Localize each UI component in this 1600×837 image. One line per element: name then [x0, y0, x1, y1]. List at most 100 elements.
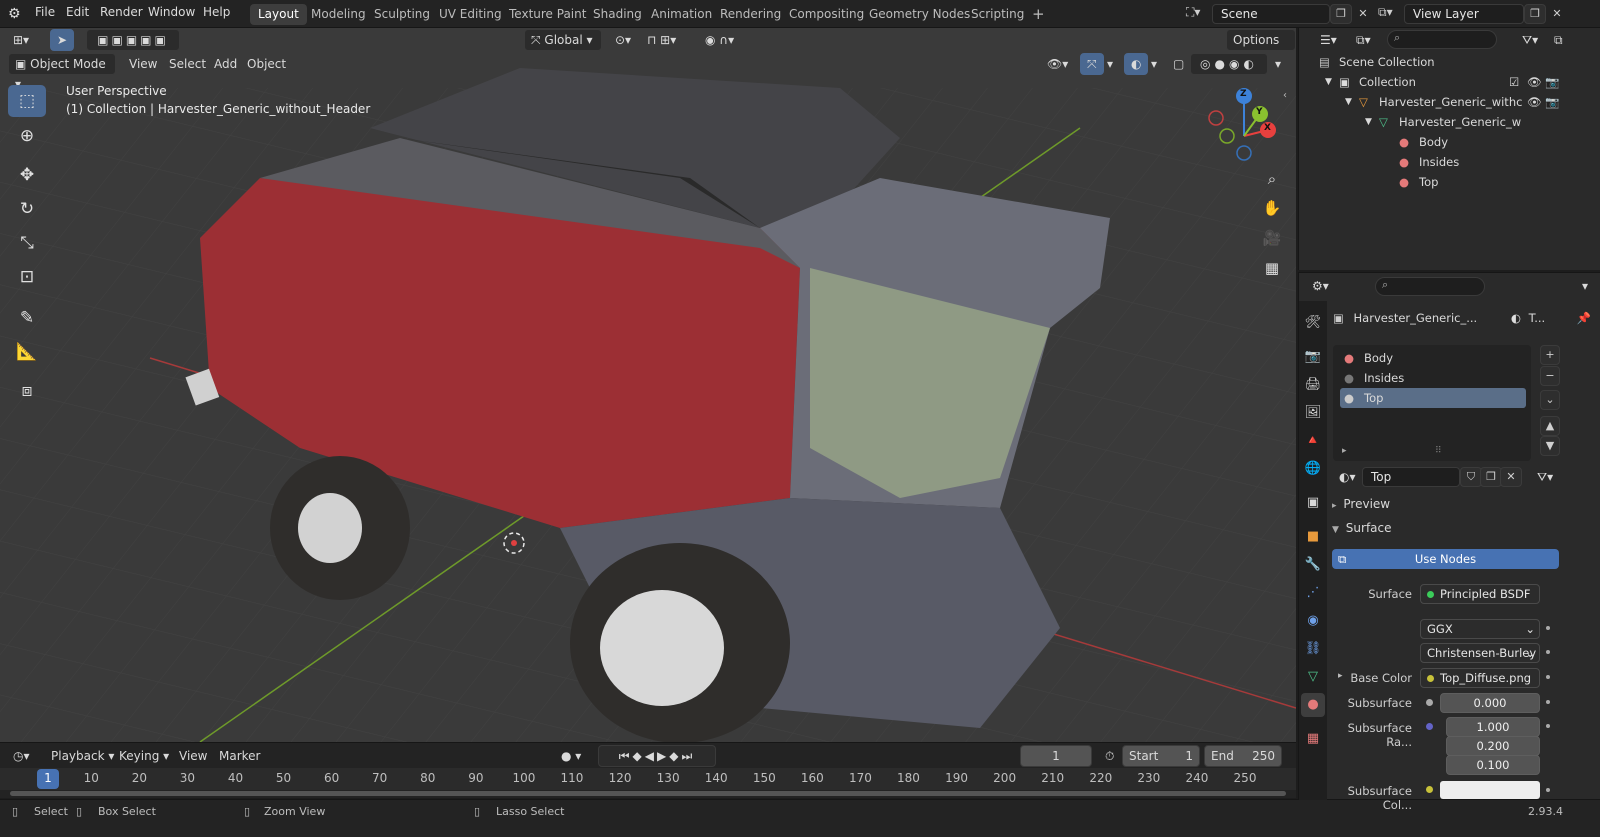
zoom-icon[interactable]: ⌕ — [1259, 166, 1285, 192]
modifier-tab-icon[interactable]: 🔧 — [1301, 553, 1325, 577]
proportional-editing-icon[interactable]: ◉ ∩▾ — [698, 29, 741, 51]
tab-animation[interactable]: Animation — [643, 4, 720, 25]
tab-rendering[interactable]: Rendering — [712, 4, 789, 25]
menu-select[interactable]: Select — [162, 53, 213, 75]
editor-type-button[interactable]: ⊞▾ — [6, 29, 40, 51]
slot-list-expand-icon[interactable]: ▸ — [1342, 446, 1347, 456]
filter-icon[interactable]: ⛛▾ — [1515, 29, 1545, 51]
snap-icon[interactable]: ⊓ ⊞▾ — [640, 29, 683, 51]
tool-tab-icon[interactable]: 🛠 — [1301, 311, 1325, 335]
end-frame-field[interactable]: End 250 — [1204, 745, 1282, 767]
shading-modes[interactable]: ◎●◉◐ — [1190, 53, 1268, 75]
remove-slot-button[interactable]: − — [1540, 366, 1560, 386]
subsurface-color-swatch[interactable] — [1440, 781, 1540, 799]
material-slot-top[interactable]: ● Top — [1340, 388, 1526, 408]
tweak-tool-icon[interactable]: ⬚ — [8, 85, 46, 117]
pivot-point-icon[interactable]: ⊙▾ — [608, 29, 638, 51]
outliner-search-input[interactable]: ⌕ — [1387, 30, 1497, 49]
material-name-field[interactable]: Top — [1362, 467, 1460, 487]
outliner-row-material-body[interactable]: ● Body — [1299, 132, 1600, 152]
link-dropdown-icon[interactable]: ⛛▾ — [1530, 466, 1560, 488]
menu-file[interactable]: File — [35, 5, 55, 19]
unlink-material-icon[interactable]: ✕ — [1500, 467, 1522, 487]
physics-tab-icon[interactable]: ◉ — [1301, 609, 1325, 633]
start-frame-field[interactable]: Start 1 — [1122, 745, 1200, 767]
add-workspace-button[interactable]: + — [1024, 4, 1053, 25]
object-tab-icon[interactable]: ■ — [1301, 525, 1325, 549]
add-slot-button[interactable]: + — [1540, 345, 1560, 365]
properties-search-input[interactable]: ⌕ — [1375, 277, 1485, 296]
subsurface-value-field[interactable]: 0.000 — [1440, 693, 1540, 713]
navigation-gizmo[interactable]: Z X Y — [1206, 86, 1286, 166]
menu-view[interactable]: View — [122, 53, 164, 75]
surface-panel-header[interactable]: ▼ Surface — [1332, 521, 1594, 541]
blender-logo-icon[interactable]: ⚙ — [8, 5, 26, 23]
expand-arrow-icon[interactable]: ▼ — [1325, 72, 1332, 92]
tab-compositing[interactable]: Compositing — [781, 4, 872, 25]
tab-uv-editing[interactable]: UV Editing — [431, 4, 510, 25]
tab-layout[interactable]: Layout — [250, 4, 307, 25]
outliner-row-mesh[interactable]: ▼ ▽ Harvester_Generic_w — [1299, 112, 1600, 132]
overlays-dropdown-icon[interactable]: ▾ — [1144, 53, 1164, 75]
outliner-row-material-top[interactable]: ● Top — [1299, 172, 1600, 192]
selection-mode-icons[interactable]: ▣▣▣▣▣ — [86, 29, 180, 51]
playback-controls[interactable]: ⏮◆◀▶◆⏭ — [598, 745, 716, 767]
view-layer-field[interactable]: View Layer — [1404, 4, 1524, 24]
gizmo-dropdown-icon[interactable]: ▾ — [1100, 53, 1120, 75]
visibility-icon[interactable]: 👁▾ — [1040, 53, 1075, 75]
subsurface-radius-z[interactable]: 0.100 — [1446, 755, 1540, 775]
marker-menu[interactable]: Marker — [212, 745, 267, 767]
xray-icon[interactable]: ▢ — [1166, 53, 1191, 75]
tab-modeling[interactable]: Modeling — [303, 4, 374, 25]
properties-options-icon[interactable]: ▾ — [1575, 275, 1595, 297]
collection-tab-icon[interactable]: ▣ — [1301, 491, 1325, 515]
transform-tool-icon[interactable]: ⊡ — [8, 261, 46, 293]
tab-texture-paint[interactable]: Texture Paint — [501, 4, 594, 25]
outliner-row-object[interactable]: ▼ ▽ Harvester_Generic_withc 👁 📷 — [1299, 92, 1600, 112]
eye-icon[interactable]: 👁 — [1527, 92, 1542, 112]
subsurface-radius-x[interactable]: 1.000 — [1446, 717, 1540, 737]
mode-dropdown[interactable]: ▣ Object Mode ▾ — [8, 53, 116, 91]
cursor-tool-icon[interactable]: ⊕ — [8, 120, 46, 152]
tab-shading[interactable]: Shading — [585, 4, 650, 25]
slot-list-resize-handle[interactable]: ⠿ — [1435, 446, 1442, 456]
menu-add[interactable]: Add — [207, 53, 244, 75]
menu-object[interactable]: Object — [240, 53, 293, 75]
outliner-row-collection[interactable]: ▼ ▣ Collection ☑ 👁 📷 — [1299, 72, 1600, 92]
checkbox-icon[interactable]: ☑ — [1509, 72, 1519, 92]
menu-render[interactable]: Render — [100, 5, 143, 19]
fake-user-icon[interactable]: ⛉ — [1460, 467, 1482, 487]
timeline-editor-type[interactable]: ◷▾ — [6, 745, 37, 767]
current-frame-field[interactable]: 1 — [1020, 745, 1092, 767]
texture-tab-icon[interactable]: ▦ — [1301, 727, 1325, 751]
tab-scripting[interactable]: Scripting — [963, 4, 1032, 25]
scene-name-field[interactable]: Scene — [1212, 4, 1330, 24]
move-slot-up-button[interactable]: ▲ — [1540, 416, 1560, 436]
properties-editor-type[interactable]: ⚙▾ — [1305, 275, 1336, 297]
menu-edit[interactable]: Edit — [66, 5, 89, 19]
view-layer-tab-icon[interactable]: 🖼 — [1301, 401, 1325, 425]
measure-tool-icon[interactable]: 📐 — [8, 336, 46, 368]
sidebar-toggle-icon[interactable]: ‹ — [1283, 90, 1287, 101]
timeline-view-menu[interactable]: View — [172, 745, 214, 767]
world-tab-icon[interactable]: 🌐 — [1301, 457, 1325, 481]
delete-view-layer-icon[interactable]: ✕ — [1546, 4, 1568, 24]
duplicate-material-icon[interactable]: ❐ — [1480, 467, 1502, 487]
output-tab-icon[interactable]: 🖨 — [1301, 373, 1325, 397]
camera-icon[interactable]: 📷 — [1545, 72, 1559, 92]
outliner-row-scene-collection[interactable]: ▤ Scene Collection — [1299, 52, 1600, 72]
3d-viewport[interactable]: ⊞▾ ➤ ▣▣▣▣▣ ⤧ Global ▾ ⊙▾ ⊓ ⊞▾ ◉ ∩▾ Optio… — [0, 28, 1296, 742]
shading-dropdown-icon[interactable]: ▾ — [1268, 53, 1288, 75]
camera-icon[interactable]: 📷 — [1545, 92, 1559, 112]
particles-tab-icon[interactable]: ⋰ — [1301, 581, 1325, 605]
expand-arrow-icon[interactable]: ▼ — [1345, 92, 1352, 112]
tab-sculpting[interactable]: Sculpting — [366, 4, 438, 25]
browse-material-icon[interactable]: ◐▾ — [1332, 466, 1362, 488]
record-keyframe-icon[interactable]: ● ▾ — [554, 745, 588, 767]
keying-menu[interactable]: Keying ▾ — [112, 745, 176, 767]
material-slot-body[interactable]: ● Body — [1340, 348, 1526, 368]
surface-shader-field[interactable]: Principled BSDF — [1420, 584, 1540, 604]
tab-geometry-nodes[interactable]: Geometry Nodes — [861, 4, 978, 25]
timeline-scrollbar[interactable] — [10, 791, 1286, 796]
subsurface-method-dropdown[interactable]: Christensen-Burley ⌄ — [1420, 643, 1540, 663]
